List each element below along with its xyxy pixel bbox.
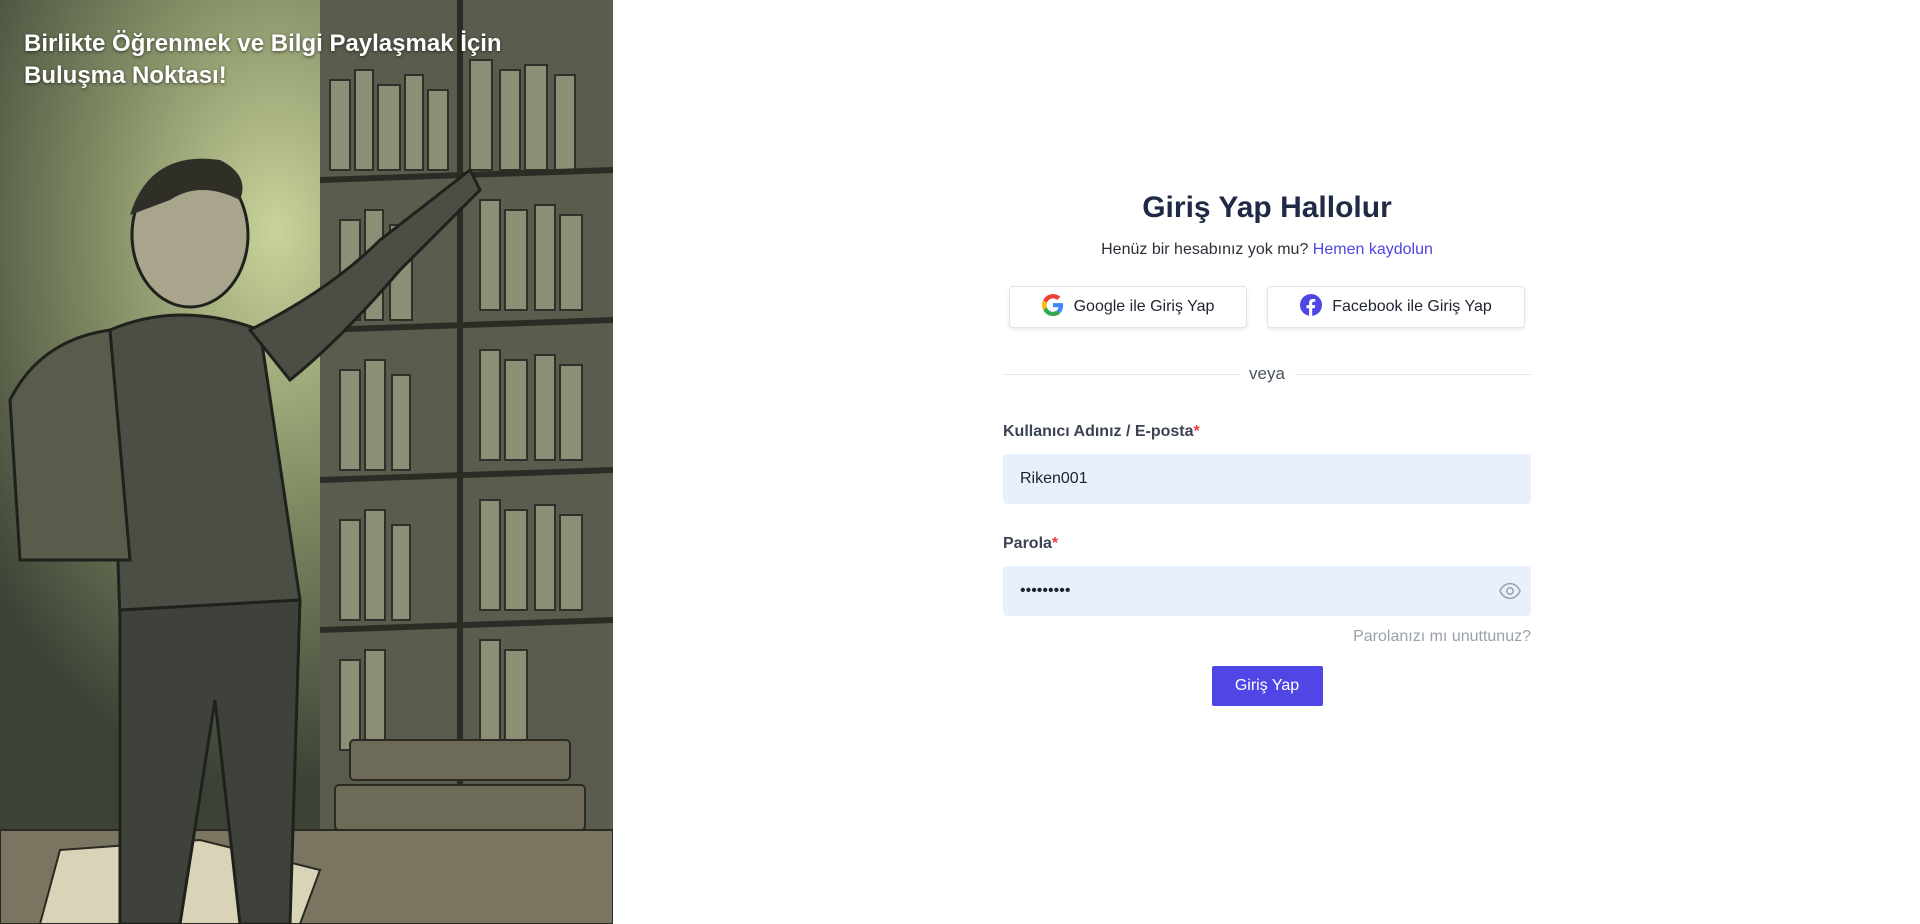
social-login-row: Google ile Giriş Yap Facebook ile Giriş … <box>1003 286 1531 328</box>
required-marker: * <box>1193 423 1200 440</box>
facebook-login-label: Facebook ile Giriş Yap <box>1332 298 1492 315</box>
required-marker: * <box>1051 535 1059 552</box>
register-prompt: Henüz bir hesabınız yok mu? Hemen kaydol… <box>1003 240 1531 260</box>
username-field-wrap <box>1003 454 1531 504</box>
eye-icon[interactable] <box>1499 581 1521 601</box>
hero-tagline: Birlikte Öğrenmek ve Bilgi Paylaşmak İçi… <box>24 30 502 89</box>
library-illustration <box>0 0 613 924</box>
login-submit-button[interactable]: Giriş Yap <box>1211 666 1323 706</box>
hero-panel: Birlikte Öğrenmek ve Bilgi Paylaşmak İçi… <box>0 0 613 924</box>
divider-line-left <box>1003 373 1240 375</box>
password-label-text: Parola <box>1003 535 1052 552</box>
google-icon <box>1041 293 1064 321</box>
password-label: Parola* <box>1003 534 1531 554</box>
password-input[interactable] <box>1003 566 1531 616</box>
facebook-login-button[interactable]: Facebook ile Giriş Yap <box>1267 286 1525 328</box>
page-title: Giriş Yap Hallolur <box>1142 191 1392 224</box>
login-form: Giriş Yap Hallolur Henüz bir hesabınız y… <box>1003 190 1532 706</box>
no-account-text: Henüz bir hesabınız yok mu? <box>1101 241 1309 258</box>
google-login-button[interactable]: Google ile Giriş Yap <box>1009 286 1247 328</box>
google-login-label: Google ile Giriş Yap <box>1073 298 1215 315</box>
divider-text: veya <box>1249 364 1285 383</box>
password-field-wrap <box>1003 566 1531 616</box>
username-label: Kullanıcı Adınız / E-posta* <box>1003 422 1531 442</box>
facebook-icon <box>1300 293 1323 321</box>
or-divider: veya <box>1003 364 1532 384</box>
submit-row: Giriş Yap <box>1003 666 1531 706</box>
divider-line-right <box>1294 373 1532 375</box>
username-input[interactable] <box>1003 454 1531 504</box>
register-link[interactable]: Hemen kaydolun <box>1313 241 1433 258</box>
forgot-password-link[interactable]: Parolanızı mı unuttunuz? <box>1003 628 1531 646</box>
username-label-text: Kullanıcı Adınız / E-posta <box>1003 423 1194 440</box>
